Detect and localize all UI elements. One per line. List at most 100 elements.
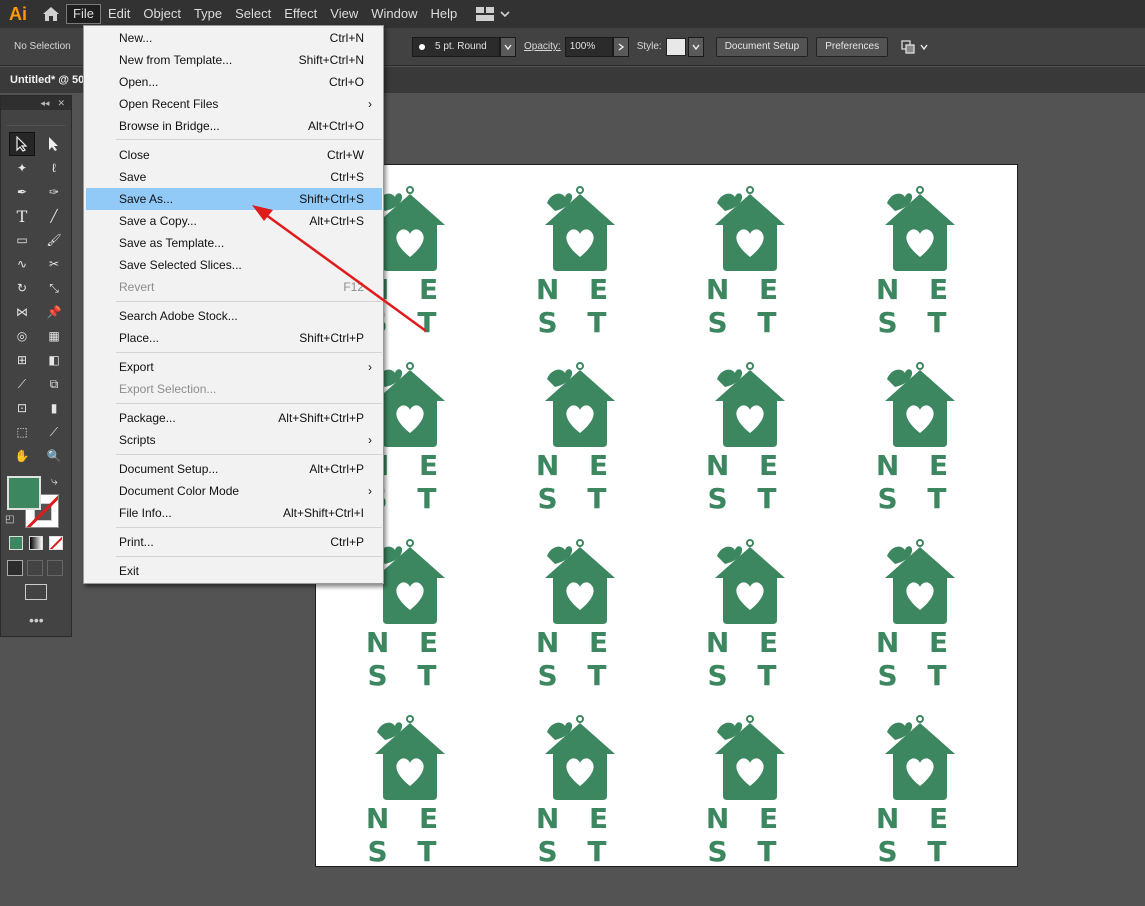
scissors-tool-icon[interactable]: ✂ — [41, 252, 67, 276]
color-mode-icon[interactable] — [9, 536, 23, 550]
style-dropdown-button[interactable] — [687, 36, 704, 57]
nest-logo[interactable]: N E S T — [513, 165, 641, 339]
style-swatch[interactable] — [665, 37, 686, 56]
paintbrush-tool-icon[interactable]: 🖌 — [41, 228, 67, 252]
nest-logo[interactable]: N E S T — [513, 341, 641, 515]
file-menu-item-export[interactable]: Export › — [86, 356, 382, 378]
nest-logo[interactable]: N E S T — [343, 694, 471, 868]
workspace-switcher[interactable] — [476, 7, 510, 21]
symbol-sprayer-tool-icon[interactable]: ⊡ — [9, 396, 35, 420]
nest-logo[interactable]: N E S T — [853, 341, 981, 515]
direct-selection-tool-icon[interactable] — [41, 132, 67, 156]
file-menu-item-place[interactable]: Place... Shift+Ctrl+P — [86, 327, 382, 349]
file-menu-item-open-recent-files[interactable]: Open Recent Files › — [86, 93, 382, 115]
fill-swatch[interactable] — [7, 476, 41, 510]
file-menu-item-save[interactable]: Save Ctrl+S — [86, 166, 382, 188]
nest-logo[interactable]: N E S T — [513, 518, 641, 692]
width-tool-icon[interactable]: ⋈ — [9, 300, 35, 324]
nest-logo[interactable]: N E S T — [683, 694, 811, 868]
arrange-button[interactable] — [900, 39, 928, 55]
preferences-button[interactable]: Preferences — [816, 36, 889, 57]
file-menu-item-new-from-template[interactable]: New from Template... Shift+Ctrl+N — [86, 49, 382, 71]
menu-edit[interactable]: Edit — [102, 4, 136, 24]
artboard-tool-icon[interactable]: ⬚ — [9, 420, 35, 444]
brush-definition-field[interactable]: 5 pt. Round — [412, 36, 500, 57]
pen-tool-icon[interactable]: ✒ — [9, 180, 35, 204]
type-tool-icon[interactable]: T — [9, 204, 35, 228]
file-menu-item-save-selected-slices[interactable]: Save Selected Slices... — [86, 254, 382, 276]
file-menu-item-document-color-mode[interactable]: Document Color Mode › — [86, 480, 382, 502]
file-menu-item-file-info[interactable]: File Info... Alt+Shift+Ctrl+I — [86, 502, 382, 524]
line-tool-icon[interactable]: ╱ — [41, 204, 67, 228]
opacity-label[interactable]: Opacity: — [524, 41, 561, 52]
rotate-tool-icon[interactable]: ↻ — [9, 276, 35, 300]
panel-grip[interactable] — [7, 114, 65, 126]
shape-builder-tool-icon[interactable]: ◎ — [9, 324, 35, 348]
document-setup-button[interactable]: Document Setup — [715, 36, 809, 57]
edit-toolbar-icon[interactable]: ••• — [29, 612, 71, 628]
shaper-tool-icon[interactable]: ∿ — [9, 252, 35, 276]
perspective-grid-tool-icon[interactable]: ▦ — [41, 324, 67, 348]
close-panel-icon[interactable]: ✕ — [57, 98, 65, 109]
curvature-tool-icon[interactable]: ✑ — [41, 180, 67, 204]
file-menu-item-package[interactable]: Package... Alt+Shift+Ctrl+P — [86, 407, 382, 429]
nest-logo[interactable]: N E S T — [683, 518, 811, 692]
file-menu-item-document-setup[interactable]: Document Setup... Alt+Ctrl+P — [86, 458, 382, 480]
file-menu-item-browse-in-bridge[interactable]: Browse in Bridge... Alt+Ctrl+O — [86, 115, 382, 137]
magic-wand-tool-icon[interactable]: ✦ — [9, 156, 35, 180]
file-menu-item-print[interactable]: Print... Ctrl+P — [86, 531, 382, 553]
file-menu-item-exit[interactable]: Exit — [86, 560, 382, 582]
file-menu-item-save-as-template[interactable]: Save as Template... — [86, 232, 382, 254]
brush-dropdown-button[interactable] — [500, 36, 516, 57]
menu-type[interactable]: Type — [188, 4, 228, 24]
opacity-field[interactable]: 100% — [564, 36, 613, 57]
menu-select[interactable]: Select — [229, 4, 277, 24]
home-icon[interactable] — [36, 0, 66, 28]
draw-inside-icon[interactable] — [47, 560, 63, 576]
file-menu-item-search-adobe-stock[interactable]: Search Adobe Stock... — [86, 305, 382, 327]
nest-logo[interactable]: N E S T — [683, 341, 811, 515]
menu-window[interactable]: Window — [365, 4, 423, 24]
mesh-tool-icon[interactable]: ⊞ — [9, 348, 35, 372]
menu-help[interactable]: Help — [424, 4, 463, 24]
slice-tool-icon[interactable]: ⟋ — [41, 420, 67, 444]
draw-behind-icon[interactable] — [27, 560, 43, 576]
nest-logo[interactable]: N E S T — [853, 518, 981, 692]
file-menu-item-save-a-copy[interactable]: Save a Copy... Alt+Ctrl+S — [86, 210, 382, 232]
scale-tool-icon[interactable]: ⤡ — [41, 276, 67, 300]
artboard[interactable]: N E S T N E S T N E S T N E S T N E S T N E S… — [315, 164, 1018, 868]
rectangle-tool-icon[interactable]: ▭ — [9, 228, 35, 252]
none-mode-icon[interactable] — [49, 536, 63, 550]
file-menu-item-open[interactable]: Open... Ctrl+O — [86, 71, 382, 93]
zoom-tool-icon[interactable]: 🔍 — [41, 444, 67, 468]
gradient-mode-icon[interactable] — [29, 536, 43, 550]
screen-mode-icon[interactable] — [25, 584, 47, 600]
puppet-warp-tool-icon[interactable]: 📌 — [41, 300, 67, 324]
hand-tool-icon[interactable]: ✋ — [9, 444, 35, 468]
nest-logo[interactable]: N E S T — [513, 694, 641, 868]
swap-fill-stroke-icon[interactable]: ⤷ — [51, 474, 58, 489]
file-menu-item-scripts[interactable]: Scripts › — [86, 429, 382, 451]
eyedropper-tool-icon[interactable]: ⟋ — [9, 372, 35, 396]
draw-normal-icon[interactable] — [7, 560, 23, 576]
collapse-panel-icon[interactable]: ◂◂ — [40, 98, 49, 109]
menu-object[interactable]: Object — [137, 4, 187, 24]
fill-stroke-control[interactable]: ⤷ ◰ — [1, 474, 71, 534]
nest-logo[interactable]: N E S T — [683, 165, 811, 339]
menu-file[interactable]: File — [66, 4, 101, 24]
default-fill-stroke-icon[interactable]: ◰ — [5, 514, 14, 525]
house-heart-icon — [885, 186, 955, 271]
file-menu-item-save-as[interactable]: Save As... Shift+Ctrl+S — [86, 188, 382, 210]
nest-logo[interactable]: N E S T — [853, 694, 981, 868]
gradient-tool-icon[interactable]: ◧ — [41, 348, 67, 372]
column-graph-tool-icon[interactable]: ▮ — [41, 396, 67, 420]
lasso-tool-icon[interactable]: ℓ — [41, 156, 67, 180]
selection-tool-icon[interactable] — [9, 132, 35, 156]
nest-logo[interactable]: N E S T — [853, 165, 981, 339]
file-menu-item-new[interactable]: New... Ctrl+N — [86, 27, 382, 49]
opacity-slider-button[interactable] — [612, 36, 629, 57]
menu-effect[interactable]: Effect — [278, 4, 323, 24]
file-menu-item-close[interactable]: Close Ctrl+W — [86, 144, 382, 166]
blend-tool-icon[interactable]: ⧉ — [41, 372, 67, 396]
menu-view[interactable]: View — [324, 4, 364, 24]
